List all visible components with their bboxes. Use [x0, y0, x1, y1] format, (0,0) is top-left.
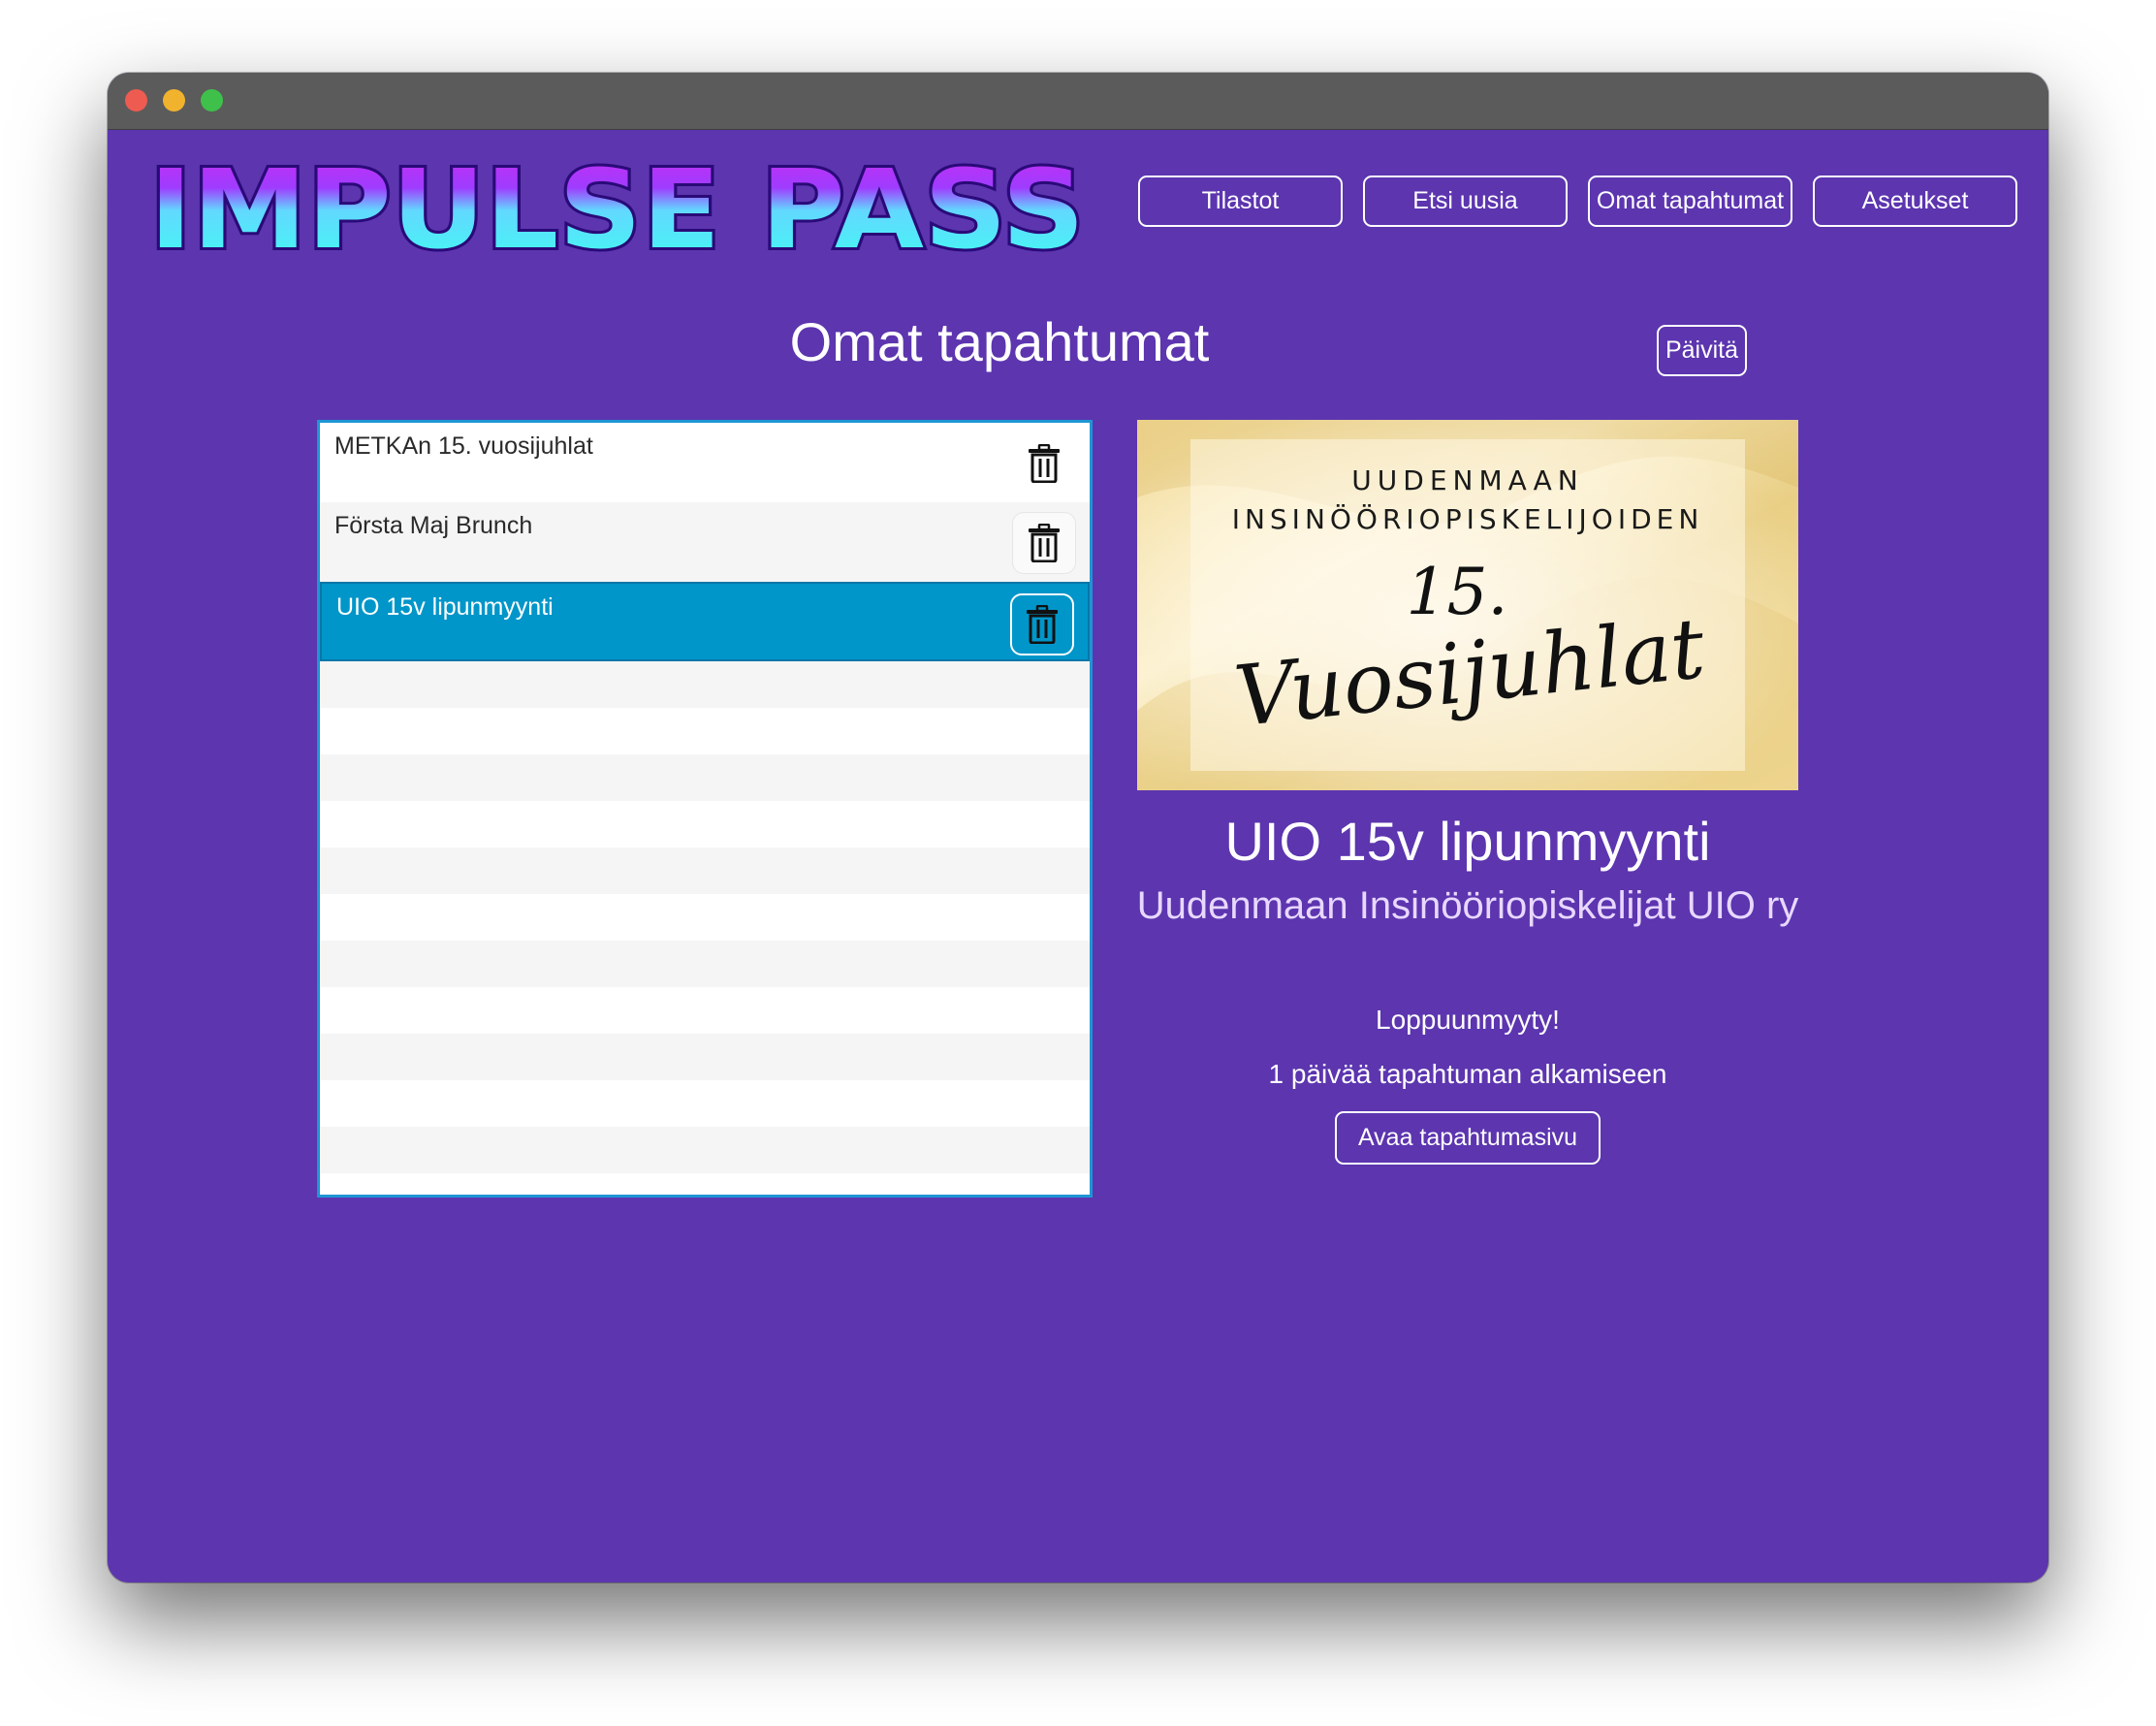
empty-row	[320, 847, 1090, 894]
maximize-window-button[interactable]	[201, 89, 223, 112]
list-item[interactable]: METKAn 15. vuosijuhlat	[320, 423, 1090, 502]
empty-row	[320, 941, 1090, 987]
empty-row	[320, 1034, 1090, 1080]
page-title: Omat tapahtumat	[789, 311, 1210, 372]
empty-row	[320, 1080, 1090, 1127]
app-logo: IMPULSE PASS	[146, 144, 1088, 276]
event-title: UIO 15v lipunmyynti	[1224, 811, 1711, 872]
trash-icon	[1027, 605, 1058, 644]
list-item-label: UIO 15v lipunmyynti	[336, 593, 554, 621]
title-bar	[108, 73, 2048, 130]
delete-button[interactable]	[1010, 593, 1074, 655]
nav-asetukset-button[interactable]: Asetukset	[1813, 176, 2017, 227]
banner-line-2: INSINÖÖRIOPISKELIJOIDEN	[1232, 502, 1704, 535]
minimize-window-button[interactable]	[163, 89, 185, 112]
logo-text: IMPULSE PASS	[149, 147, 1085, 273]
empty-row	[320, 987, 1090, 1034]
list-item-label: METKAn 15. vuosijuhlat	[334, 432, 593, 460]
nav-tilastot-button[interactable]: Tilastot	[1138, 176, 1343, 227]
app-window: IMPULSE PASS Tilastot Etsi uusia Omat ta…	[108, 73, 2048, 1582]
event-banner-image: UUDENMAAN INSINÖÖRIOPISKELIJOIDEN 15. Vu…	[1137, 420, 1798, 790]
nav-omat-tapahtumat-button[interactable]: Omat tapahtumat	[1588, 176, 1792, 227]
list-item[interactable]: Första Maj Brunch	[320, 502, 1090, 582]
refresh-button[interactable]: Päivitä	[1657, 325, 1747, 376]
banner-line-1: UUDENMAAN	[1351, 464, 1583, 496]
empty-row	[320, 894, 1090, 941]
list-item-selected[interactable]: UIO 15v lipunmyynti	[320, 582, 1090, 661]
banner-number: 15.	[1407, 555, 1508, 629]
trash-icon	[1029, 524, 1060, 562]
delete-button[interactable]	[1012, 432, 1076, 495]
nav-etsi-uusia-button[interactable]: Etsi uusia	[1363, 176, 1568, 227]
days-until-event: 1 päivää tapahtuman alkamiseen	[1268, 1059, 1667, 1089]
delete-button[interactable]	[1012, 512, 1076, 574]
empty-row	[320, 661, 1090, 708]
event-list[interactable]: METKAn 15. vuosijuhlat Första Maj Brunch	[317, 420, 1093, 1198]
trash-icon	[1029, 444, 1060, 483]
empty-row	[320, 801, 1090, 847]
list-item-label: Första Maj Brunch	[334, 512, 533, 539]
ticket-status: Loppuunmyyty!	[1376, 1005, 1560, 1035]
empty-row	[320, 708, 1090, 754]
event-organizer: Uudenmaan Insinööriopiskelijat UIO ry	[1136, 884, 1799, 927]
close-window-button[interactable]	[125, 89, 147, 112]
empty-row	[320, 1127, 1090, 1173]
open-event-page-button[interactable]: Avaa tapahtumasivu	[1335, 1111, 1601, 1165]
empty-row	[320, 754, 1090, 801]
